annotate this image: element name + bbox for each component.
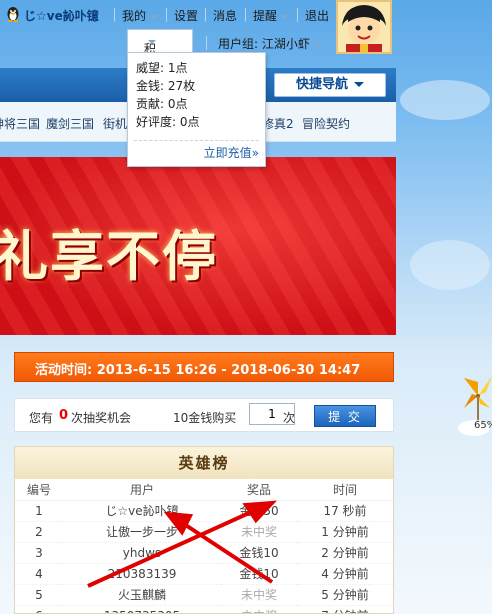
pinwheel-widget[interactable]: 65% <box>456 368 492 440</box>
game-link[interactable]: 魔剑三国 <box>46 115 94 132</box>
divider <box>245 8 246 22</box>
contribution-value: 贡献: 0点 <box>136 97 188 111</box>
table-row: 1 じ☆ve訫卟镱 金钱50 17 秒前 <box>15 500 393 522</box>
col-header: 时间 <box>297 479 393 501</box>
row-user[interactable]: 火玉麒麟 <box>63 584 221 606</box>
chevron-down-icon <box>354 82 364 87</box>
qq-penguin-icon <box>6 6 20 22</box>
game-link[interactable]: 修真2 <box>262 115 294 132</box>
buy-suffix: 次 <box>283 411 296 425</box>
top-user-bar: じ☆ve訫卟镱 我的 设置 消息 提醒 退出 用户组: 江湖小虾 <box>0 0 492 51</box>
quick-nav-button[interactable]: 快捷导航 <box>274 73 386 97</box>
chance-prefix: 您有 <box>29 411 54 425</box>
divider <box>134 140 259 141</box>
divider <box>166 8 167 22</box>
points-menu[interactable]: 积分: 6 <box>127 29 193 88</box>
chevron-down-icon <box>281 14 290 19</box>
activity-time-text: 活动时间: 2013-6-15 16:26 - 2018-06-30 14:47 <box>35 363 361 378</box>
row-number: 2 <box>15 521 63 543</box>
divider <box>297 8 298 22</box>
percent-label: 65% <box>474 420 492 431</box>
messages-link[interactable]: 消息 <box>213 7 237 24</box>
row-time: 2 分钟前 <box>297 542 393 564</box>
chevron-down-icon <box>313 42 322 47</box>
banner-title: 礼享不停 <box>0 225 218 288</box>
divider <box>114 8 115 22</box>
hero-board: 英雄榜 编号 用户 奖品 时间 1 じ☆ve訫卟镱 金钱50 17 秒前 2 让傲一步一步… <box>14 446 394 614</box>
username-link[interactable]: じ☆ve訫卟镱 <box>24 7 99 24</box>
game-link[interactable]: 街机 <box>103 115 127 132</box>
buy-prefix: 10金钱购买 <box>173 411 237 425</box>
table-row: 3 yhdws 金钱10 2 分钟前 <box>15 542 393 564</box>
row-user[interactable]: 210383139 <box>63 563 221 585</box>
favor-value: 好评度: 0点 <box>136 115 200 129</box>
hero-table-body: 1 じ☆ve訫卟镱 金钱50 17 秒前 2 让傲一步一步 未中奖 1 分钟前 3 yhdws 金钱… <box>15 500 393 613</box>
game-link[interactable]: 冒险契约 <box>302 115 350 132</box>
settings-link[interactable]: 设置 <box>174 7 198 24</box>
row-time: 4 分钟前 <box>297 563 393 585</box>
chance-suffix: 次抽奖机会 <box>71 411 132 425</box>
row-number: 5 <box>15 584 63 606</box>
table-row: 2 让傲一步一步 未中奖 1 分钟前 <box>15 521 393 543</box>
cloud-decoration <box>400 80 490 120</box>
chance-count: 0 <box>59 408 69 423</box>
row-prize: 金钱50 <box>221 500 297 522</box>
row-number: 6 <box>15 605 63 613</box>
table-row: 4 210383139 金钱10 4 分钟前 <box>15 563 393 585</box>
row-user[interactable]: じ☆ve訫卟镱 <box>63 500 221 522</box>
logout-link[interactable]: 退出 <box>305 7 329 24</box>
row-time: 5 分钟前 <box>297 584 393 606</box>
table-row: 61350735305未中奖7 分钟前 <box>15 605 393 613</box>
col-header: 奖品 <box>221 479 297 501</box>
money-value: 金钱: 27枚 <box>136 79 196 93</box>
row-time: 7 分钟前 <box>297 605 393 613</box>
submit-button[interactable]: 提 交 <box>314 405 376 427</box>
table-header-row: 编号 用户 奖品 时间 <box>15 479 393 501</box>
row-time: 1 分钟前 <box>297 521 393 543</box>
row-prize: 金钱10 <box>221 542 297 564</box>
avatar[interactable] <box>336 0 392 54</box>
row-time: 17 秒前 <box>297 500 393 522</box>
row-prize: 未中奖 <box>221 584 297 606</box>
lottery-panel: 您有 0 次抽奖机会 10金钱购买 次 提 交 <box>14 398 394 432</box>
col-header: 编号 <box>15 479 63 501</box>
row-prize: 未中奖 <box>221 521 297 543</box>
chevron-down-icon <box>148 40 156 44</box>
hero-board-title: 英雄榜 <box>15 447 393 479</box>
usergroup-menu[interactable]: 用户组: 江湖小虾 <box>218 35 322 52</box>
cloud-decoration <box>410 240 490 290</box>
game-link[interactable]: 神将三国 <box>0 115 40 132</box>
recharge-link[interactable]: 立即充值» <box>204 144 259 161</box>
usergroup-label: 用户组: 江湖小虾 <box>218 37 310 51</box>
my-menu-label: 我的 <box>122 9 147 23</box>
row-user[interactable]: 让傲一步一步 <box>63 521 221 543</box>
row-number: 1 <box>15 500 63 522</box>
row-prize: 未中奖 <box>221 605 297 613</box>
quick-nav-label: 快捷导航 <box>295 77 348 92</box>
table-row: 5 火玉麒麟 未中奖 5 分钟前 <box>15 584 393 606</box>
row-prize: 金钱10 <box>221 563 297 585</box>
divider <box>206 36 207 50</box>
row-user[interactable]: 1350735305 <box>63 605 221 613</box>
activity-time-bar: 活动时间: 2013-6-15 16:26 - 2018-06-30 14:47 <box>14 352 394 382</box>
row-number: 3 <box>15 542 63 564</box>
chevron-down-icon <box>150 14 159 19</box>
row-number: 4 <box>15 563 63 585</box>
reminders-label: 提醒 <box>253 9 278 23</box>
divider <box>205 8 206 22</box>
col-header: 用户 <box>63 479 221 501</box>
prestige-value: 威望: 1点 <box>136 61 188 75</box>
my-menu[interactable]: 我的 <box>122 7 159 24</box>
hero-table: 编号 用户 奖品 时间 1 じ☆ve訫卟镱 金钱50 17 秒前 2 让傲一步一步 未中奖 1… <box>15 479 393 613</box>
points-dropdown: 威望: 1点 金钱: 27枚 贡献: 0点 好评度: 0点 立即充值» <box>127 52 266 167</box>
reminders-menu[interactable]: 提醒 <box>253 7 290 24</box>
row-user[interactable]: yhdws <box>63 542 221 564</box>
